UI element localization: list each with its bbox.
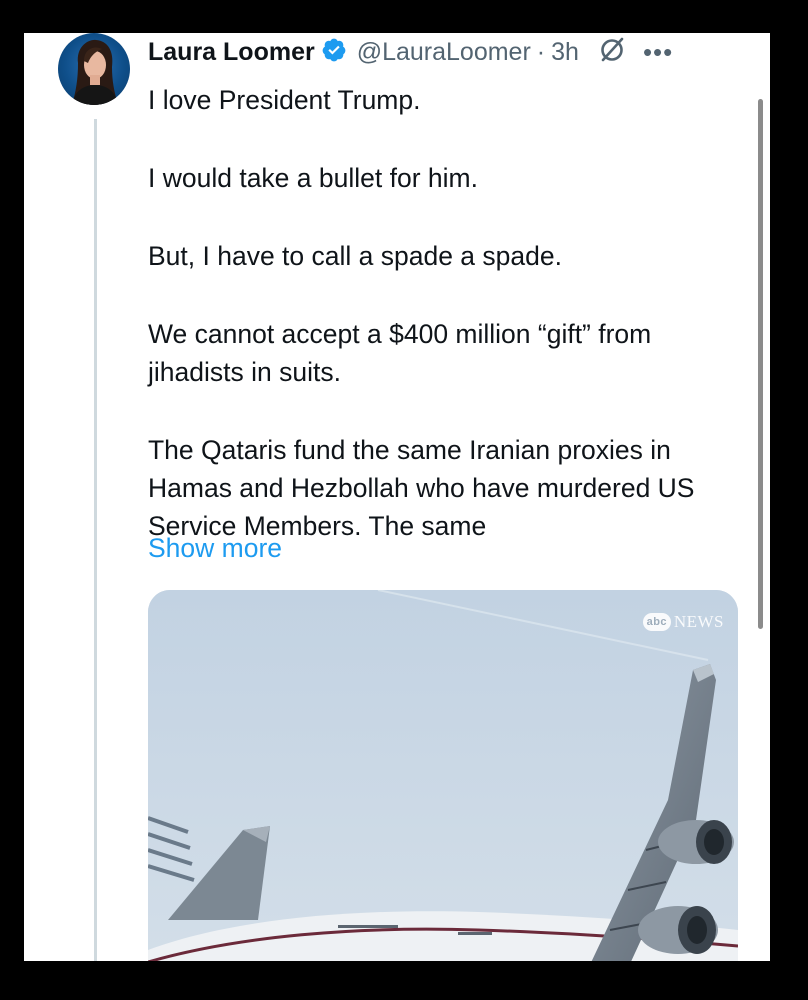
tweet-paragraph: The Qataris fund the same Iranian proxie… (148, 435, 695, 541)
separator-dot: · (536, 37, 546, 66)
watermark-text: NEWS (673, 612, 724, 631)
grok-icon[interactable] (579, 35, 627, 70)
verified-badge-icon (315, 37, 357, 68)
show-more-link[interactable]: Show more (148, 529, 282, 567)
author-handle[interactable]: @LauraLoomer (357, 38, 531, 67)
tweet-media-image[interactable]: abc NEWS (148, 590, 738, 961)
tweet-paragraph: But, I have to call a spade a spade. (148, 241, 562, 271)
tweet-paragraph: I love President Trump. (148, 85, 421, 115)
tweet-card[interactable]: Laura Loomer @LauraLoomer · 3h ••• I lov… (24, 33, 770, 961)
tweet-paragraph: We cannot accept a $400 million “gift” f… (148, 319, 652, 387)
author-name[interactable]: Laura Loomer (148, 38, 315, 67)
scrollbar[interactable] (758, 99, 763, 629)
abc-news-watermark: abc NEWS (642, 612, 724, 632)
tweet-paragraph: I would take a bullet for him. (148, 163, 478, 193)
tweet-body: I love President Trump. I would take a b… (148, 81, 738, 545)
avatar[interactable] (58, 33, 130, 105)
more-options-icon[interactable]: ••• (643, 39, 673, 65)
tweet-timestamp[interactable]: 3h (551, 38, 579, 67)
abc-logo: abc (642, 613, 671, 631)
tweet-header: Laura Loomer @LauraLoomer · 3h ••• (148, 35, 673, 69)
thread-line (94, 119, 97, 961)
